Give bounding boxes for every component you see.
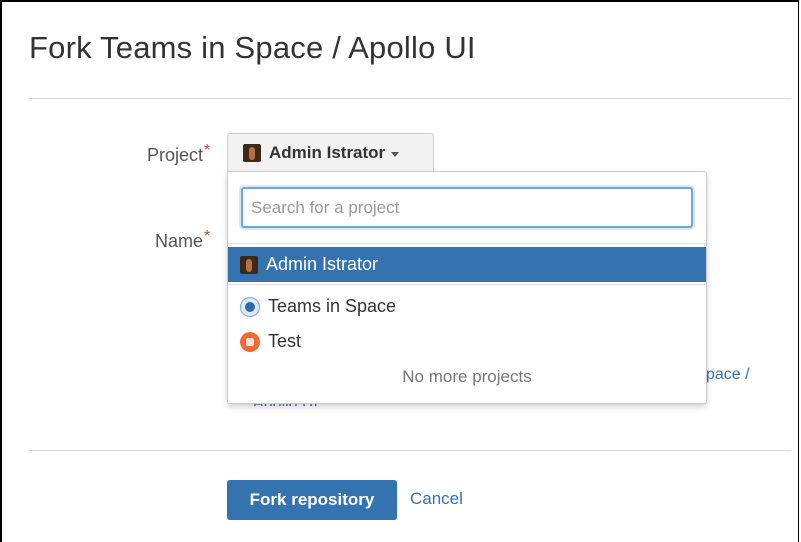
dropdown-divider [228,284,706,285]
user-avatar-icon [240,255,258,274]
repository-link-fragment[interactable]: pace / [706,366,750,384]
dropdown-item-teams-in-space[interactable]: Teams in Space [228,289,706,324]
dropdown-item-label: Test [268,331,302,351]
fork-repository-button[interactable]: Fork repository [227,480,397,520]
project-search-input[interactable] [241,187,693,228]
required-marker: * [204,142,211,159]
project-dropdown: Admin Istrator Teams in Space Test No mo… [227,171,707,404]
dropdown-item-label: Admin Istrator [266,254,379,274]
cancel-link[interactable]: Cancel [410,489,463,509]
dropdown-item-label: Teams in Space [268,296,397,316]
project-field-label: Project* [147,142,211,166]
chevron-down-icon [391,151,400,157]
project-select[interactable]: Admin Istrator [227,133,434,172]
dropdown-divider [228,243,706,244]
dialog-title: Fork Teams in Space / Apollo UI [29,30,476,65]
project-label-text: Project [147,145,204,165]
test-project-icon [240,331,260,352]
footer-divider [29,450,791,451]
dropdown-item-admin-istrator[interactable]: Admin Istrator [228,247,706,282]
name-field-label: Name* [155,228,211,252]
user-avatar-icon [243,144,261,162]
project-select-value: Admin Istrator [269,143,386,162]
header-divider [29,98,791,99]
required-marker: * [204,228,211,245]
teams-in-space-project-icon [240,296,260,317]
no-more-projects-text: No more projects [402,367,532,386]
dropdown-item-test[interactable]: Test [228,324,706,359]
name-label-text: Name [155,231,204,251]
